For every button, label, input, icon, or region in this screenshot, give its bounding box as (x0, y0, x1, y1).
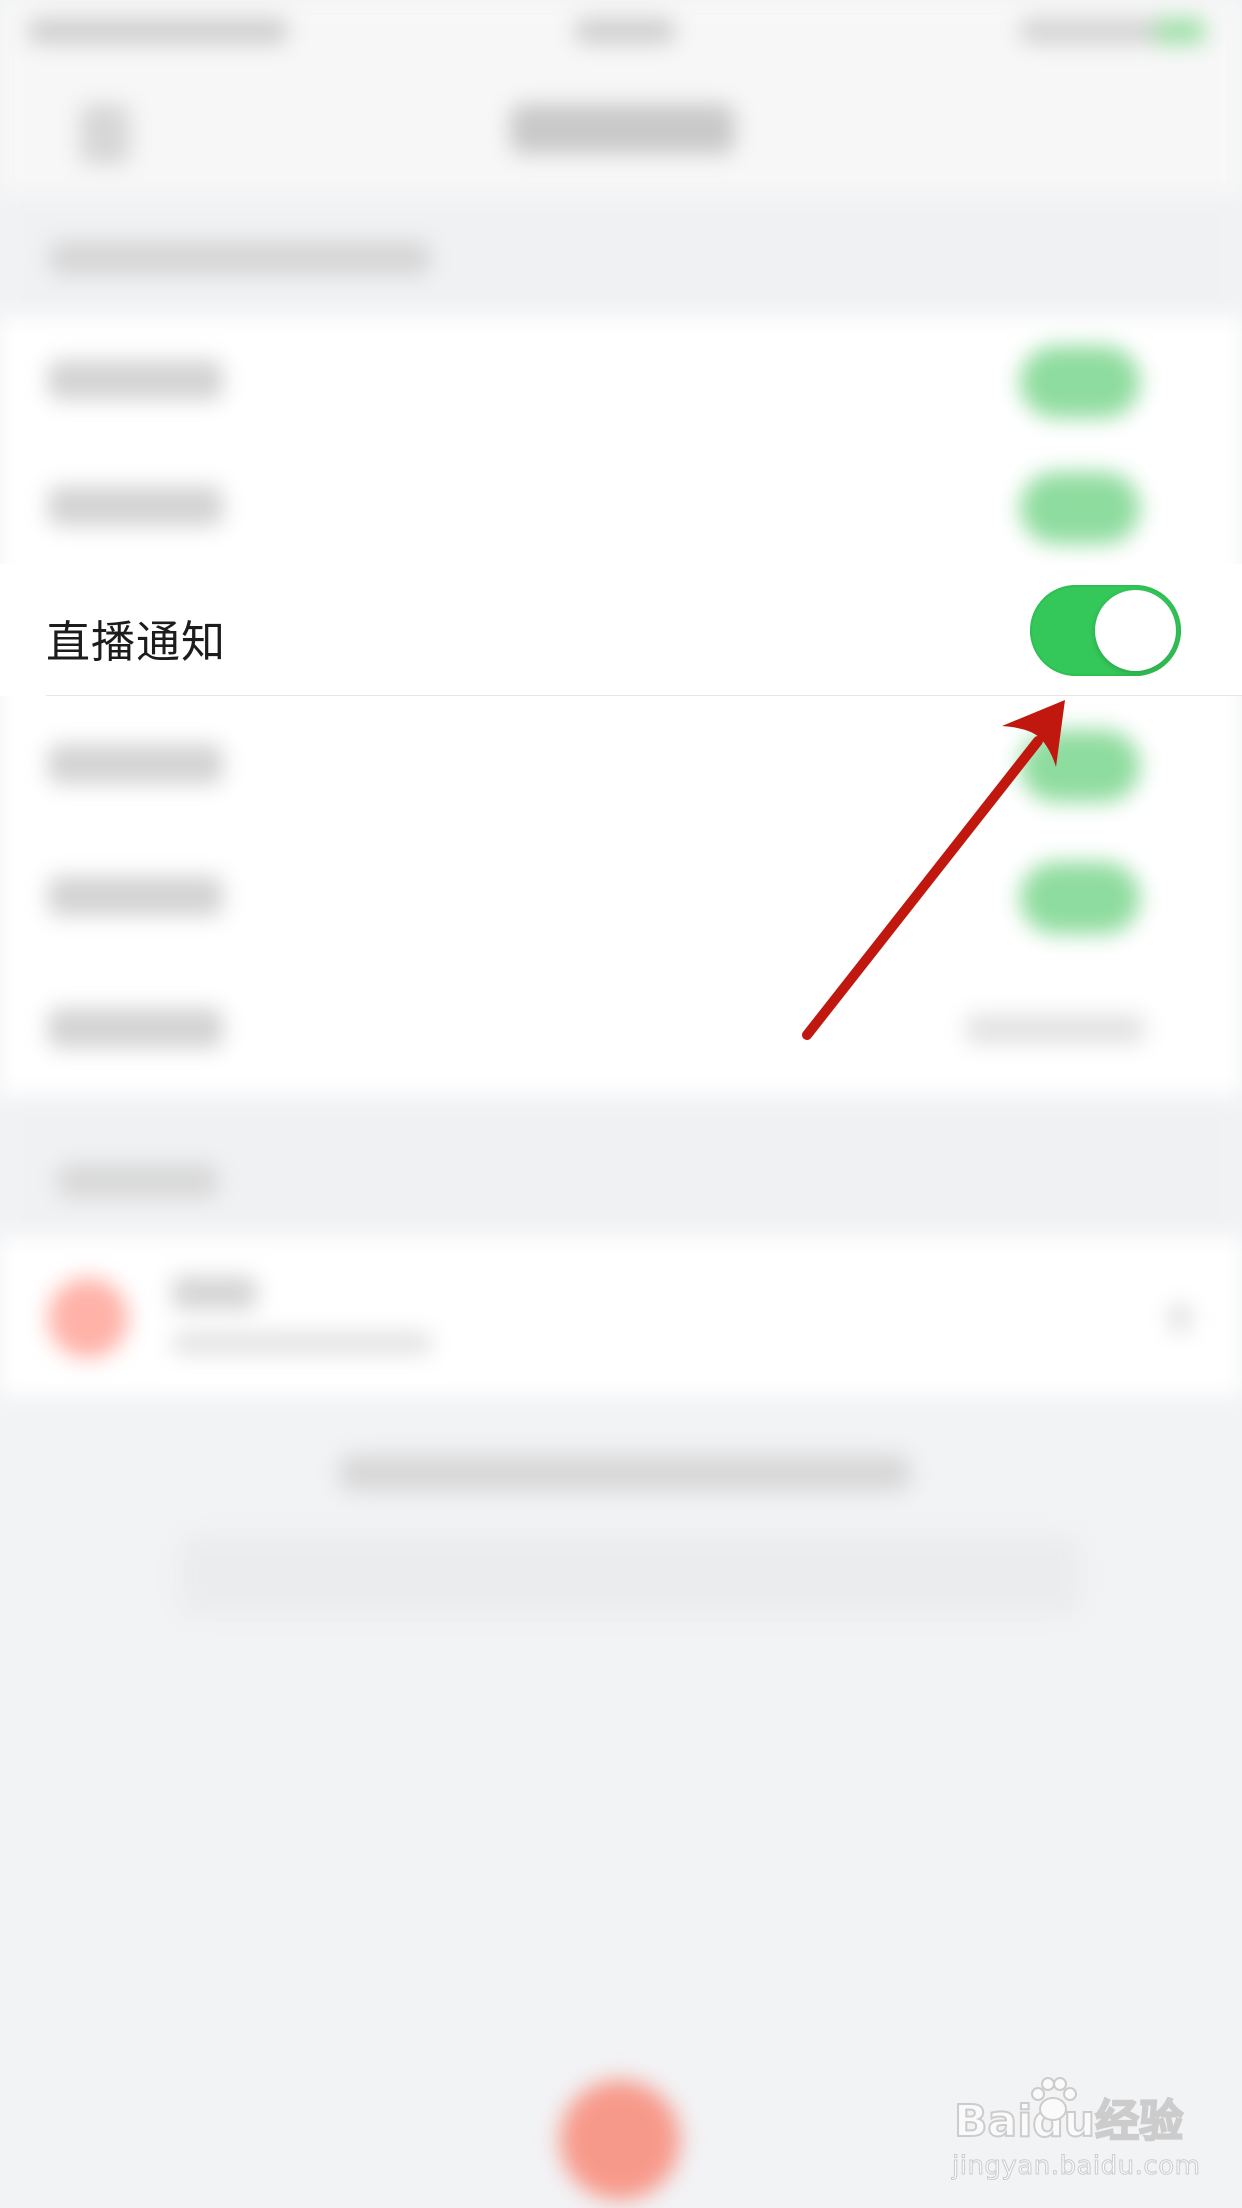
settings-row-label (48, 1008, 223, 1048)
chevron-right-icon (1170, 1304, 1190, 1332)
settings-row-label (48, 876, 223, 916)
floating-action-button[interactable] (560, 2080, 680, 2200)
footer-note (340, 1455, 910, 1491)
settings-list (0, 316, 1242, 1096)
section-header-text (50, 241, 430, 275)
toggle-switch[interactable] (1020, 862, 1140, 934)
settings-row[interactable] (0, 316, 1242, 448)
watermark: Baidu经验 jingyan.baidu.com (950, 2075, 1230, 2195)
screen: 直播通知 Baidu经验 jingyan.baidu.com (0, 0, 1242, 2208)
list-item-title (172, 1276, 257, 1310)
settings-row-label (48, 360, 223, 400)
battery-icon (1155, 18, 1205, 44)
section-header-2-text (58, 1164, 218, 1198)
settings-row[interactable] (0, 700, 1242, 832)
settings-row[interactable] (0, 832, 1242, 964)
footer-text (180, 1535, 1080, 1615)
blurred-background (0, 0, 1242, 2208)
live-notification-toggle[interactable] (1030, 585, 1181, 676)
row-divider (46, 695, 1242, 696)
settings-row-value (965, 1014, 1145, 1044)
status-bar-carrier (28, 18, 288, 44)
status-bar (0, 0, 1242, 66)
settings-row[interactable] (0, 442, 1242, 574)
toggle-switch[interactable] (1020, 730, 1140, 802)
toggle-switch[interactable] (1020, 346, 1140, 418)
watermark-url: jingyan.baidu.com (951, 2151, 1201, 2182)
avatar (48, 1278, 128, 1358)
section-header-2 (0, 1096, 1242, 1236)
list-item[interactable] (0, 1236, 1242, 1396)
settings-row[interactable] (0, 964, 1242, 1096)
section-header (0, 196, 1242, 316)
settings-row-label (48, 744, 223, 784)
settings-row-label (48, 486, 223, 526)
live-notification-row[interactable]: 直播通知 (0, 564, 1242, 696)
live-notification-label: 直播通知 (46, 617, 226, 668)
nav-bar (0, 66, 1242, 196)
baidu-paw-icon (1031, 2077, 1077, 2121)
list-item-subtitle (172, 1332, 432, 1354)
status-bar-time (575, 18, 675, 44)
toggle-switch[interactable] (1020, 472, 1140, 544)
back-icon[interactable] (80, 104, 130, 164)
nav-title (510, 104, 735, 154)
toggle-knob (1095, 590, 1176, 671)
